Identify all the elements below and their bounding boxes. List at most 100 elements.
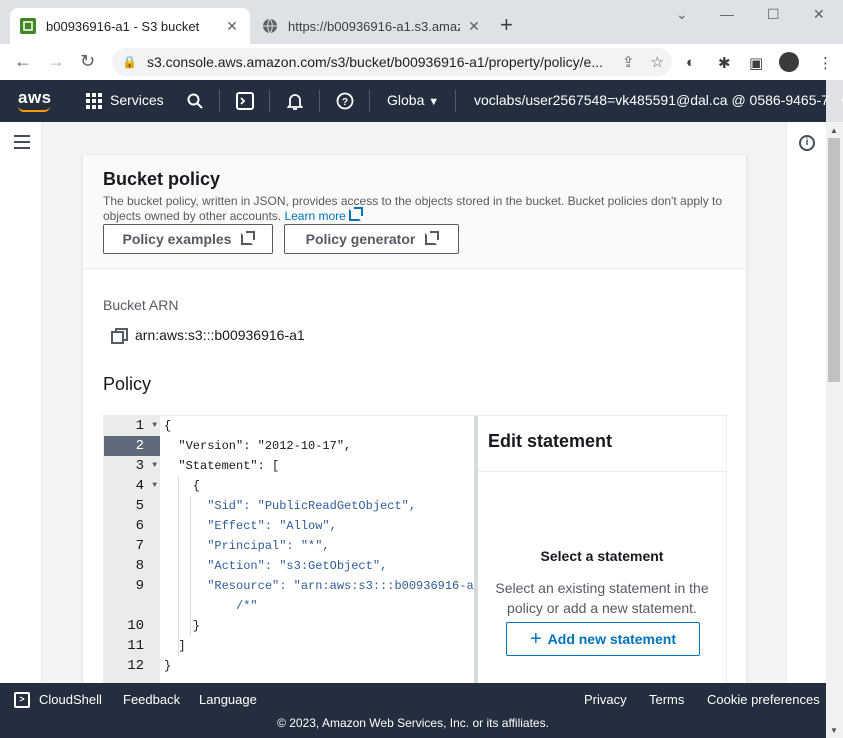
tab-s3-bucket[interactable]: b00936916-a1 - S3 bucket ✕ [10,8,250,44]
info-icon[interactable]: i [799,135,815,151]
bucket-arn-value: arn:aws:s3:::b00936916-a1 [135,327,305,343]
select-statement-description: Select an existing statement in the poli… [495,580,709,616]
panel-title: Bucket policy [103,169,221,189]
tab-search-icon[interactable]: ⌄ [676,6,688,23]
policy-generator-button[interactable]: Policy generator [284,224,459,254]
cookie-preferences-link[interactable]: Cookie preferences [707,692,820,707]
fold-arrow-icon[interactable]: ▼ [152,416,157,436]
back-icon[interactable]: ← [14,50,32,72]
account-menu[interactable]: voclabs/user2567548=vk485591@dal.ca @ 05… [474,92,843,108]
code-line: "Effect": "Allow", [164,519,337,533]
aws-logo[interactable]: aws [18,88,52,112]
minimize-icon[interactable]: — [720,6,734,22]
page-scrollbar[interactable]: ▲ ▼ [826,122,843,738]
external-link-icon [425,231,440,245]
panel-header: Bucket policy The bucket policy, written… [83,155,746,269]
scroll-down-arrow-icon[interactable]: ▼ [830,726,838,735]
terms-link[interactable]: Terms [649,692,684,707]
main-content: Bucket policy The bucket policy, written… [0,122,826,683]
browser-tab-bar: b00936916-a1 - S3 bucket ✕ https://b0093… [0,0,843,44]
code-line: ] [164,639,186,653]
line-number: 9 [135,578,144,594]
code-line: "Sid": "PublicReadGetObject", [164,499,417,513]
tab-s3-object[interactable]: https://b00936916-a1.s3.amazon ✕ [252,8,492,44]
code-line: "Statement": [ [164,459,280,473]
profile-avatar[interactable] [779,52,799,72]
line-number-gutter: 1▼ 2 3▼ 4▼ 5 6 7 8 9 10 11 12 13 [104,416,160,683]
close-tab-icon[interactable]: ✕ [466,18,482,35]
learn-more-link[interactable]: Learn more [284,207,363,223]
copy-icon[interactable] [111,328,128,344]
edit-statement-pane: Edit statement Select a statement Select… [478,416,726,683]
reload-icon[interactable]: ↻ [80,50,95,72]
side-panel-icon[interactable]: ▣ [749,54,763,72]
line-number: 3 ▼ [135,456,157,476]
browser-menu-icon[interactable]: ⋮ [818,54,833,72]
puzzle-extensions-icon[interactable]: ✱ [718,54,731,72]
external-link-icon [241,231,256,245]
search-icon[interactable] [187,93,203,109]
left-nav-rail [0,122,42,683]
line-number: 12 [127,658,144,674]
fold-arrow-icon[interactable]: ▼ [152,456,157,476]
code-text-area[interactable]: { "Version": "2012-10-17", "Statement": … [160,416,481,683]
close-window-icon[interactable]: ✕ [813,6,825,23]
maximize-icon[interactable]: ☐ [767,6,780,23]
plus-icon: + [529,628,542,650]
forward-icon[interactable]: → [47,50,65,72]
privacy-link[interactable]: Privacy [584,692,627,707]
select-statement-heading: Select a statement [540,548,664,564]
panel-description: The bucket policy, written in JSON, prov… [103,194,723,223]
fold-arrow-icon[interactable]: ▼ [152,476,157,496]
line-number: 5 [135,498,144,514]
caret-down-icon: ▼ [839,96,843,108]
policy-examples-button[interactable]: Policy examples [103,224,273,254]
browser-toolbar: ← → ↻ 🔒 s3.console.aws.amazon.com/s3/buc… [0,44,843,80]
code-line: "Resource": "arn:aws:s3:::b00936916-a1 [164,579,481,593]
code-line: /*" [164,599,258,613]
cloudshell-footer-icon[interactable]: > [14,692,30,708]
share-icon[interactable]: ⇪ [622,53,635,71]
language-link[interactable]: Language [199,692,257,707]
address-bar[interactable]: 🔒 s3.console.aws.amazon.com/s3/bucket/b0… [112,48,672,76]
scroll-up-arrow-icon[interactable]: ▲ [830,126,838,135]
notifications-bell-icon[interactable] [286,92,304,110]
bucket-policy-panel: Bucket policy The bucket policy, written… [82,154,747,683]
policy-heading: Policy [103,374,152,394]
code-line: "Version": "2012-10-17", [164,439,352,453]
help-icon[interactable]: ? [336,92,354,110]
line-number: 6 [135,518,144,534]
aws-smile-icon [18,106,50,112]
caret-down-icon: ▼ [428,96,440,108]
region-selector[interactable]: Globa ▼ [387,92,439,108]
close-tab-icon[interactable]: ✕ [224,18,240,35]
lock-icon: 🔒 [122,55,137,69]
hamburger-menu-icon[interactable] [14,135,30,153]
line-number: 10 [127,618,144,634]
cloudshell-icon[interactable] [236,92,254,110]
globe-icon [263,18,277,34]
tab-title: b00936916-a1 - S3 bucket [46,18,200,34]
feedback-link[interactable]: Feedback [123,692,180,707]
code-line: "Principal": "*", [164,539,330,553]
edit-statement-title: Edit statement [488,431,613,451]
line-number: 1 ▼ [135,416,157,436]
extension-icon[interactable]: ◐ [686,54,695,71]
cloudshell-link[interactable]: CloudShell [39,692,102,707]
scrollbar-thumb[interactable] [828,138,840,382]
tab-title: https://b00936916-a1.s3.amazon [288,18,460,34]
new-tab-button[interactable]: + [500,14,513,36]
bookmark-star-icon[interactable]: ☆ [651,53,664,71]
console-footer: > CloudShell Feedback Language Privacy T… [0,683,826,738]
add-new-statement-button[interactable]: + Add new statement [506,622,700,656]
external-link-icon [348,207,363,221]
services-menu[interactable]: Services [110,92,164,108]
copyright-text: © 2023, Amazon Web Services, Inc. or its… [277,716,549,730]
line-number: 4 ▼ [135,476,157,496]
line-number-active: 2 [104,436,160,456]
policy-editor: 1▼ 2 3▼ 4▼ 5 6 7 8 9 10 11 12 13 { "Vers… [103,415,727,683]
right-tools-rail: i [786,122,826,683]
services-grid-icon[interactable] [86,93,102,109]
code-line: { [164,419,172,433]
bucket-arn-label: Bucket ARN [103,297,179,313]
